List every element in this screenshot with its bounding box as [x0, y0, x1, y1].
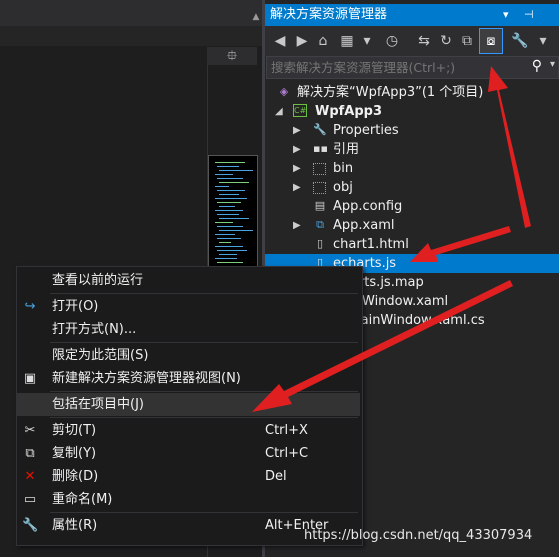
scissors-icon: ✂ [24, 423, 36, 438]
menu-item-open[interactable]: ↪ 打开(O) [17, 295, 360, 318]
config-file-icon: ▤ [314, 199, 326, 212]
folder-icon [313, 182, 326, 194]
minimap-code-line [219, 230, 253, 231]
menu-item-view-previous-runs[interactable]: 查看以前的运行 [17, 269, 360, 292]
copy-icon: ⧉ [25, 446, 35, 461]
open-arrow-icon: ↪ [24, 299, 36, 314]
search-icon[interactable]: ⚲ [532, 58, 542, 74]
menu-item-rename[interactable]: ▭ 重命名(M) [17, 488, 360, 511]
menu-separator [50, 342, 358, 343]
menu-item-copy[interactable]: ⧉ 复制(Y) Ctrl+C [17, 442, 360, 465]
menu-separator [50, 512, 358, 513]
minimap-code-line [215, 246, 243, 247]
forward-icon[interactable]: ▶ [292, 30, 312, 52]
minimap-code-line [215, 186, 229, 187]
html-file-icon: ▯ [316, 237, 324, 250]
search-box[interactable]: ⚲ ▾ [266, 56, 559, 79]
delete-icon: ✕ [24, 469, 36, 484]
minimap-code-line [215, 222, 233, 223]
minimap-code-line [217, 166, 239, 167]
minimap-code-line [217, 214, 239, 215]
tree-item-references[interactable]: ▶ ▪▪ 引用 [265, 140, 559, 159]
menu-item-new-explorer-view[interactable]: ▣ 新建解决方案资源管理器视图(N) [17, 367, 360, 390]
tree-item-chart1-html[interactable]: ▯ chart1.html [265, 235, 559, 254]
properties-wrench-icon[interactable]: 🔧 [510, 30, 530, 52]
show-all-files-icon[interactable]: ⧇ [479, 28, 503, 54]
references-icon: ▪▪ [313, 142, 328, 155]
minimap-code-line [219, 218, 249, 219]
collapsed-caret-icon[interactable]: ▶ [293, 178, 301, 197]
split-handle-icon[interactable]: ⯐ [207, 47, 257, 65]
minimap-code-line [215, 174, 233, 175]
toolbar-dropdown-icon[interactable]: ▾ [533, 30, 553, 52]
minimap-code-line [215, 258, 237, 259]
minimap-code-line [219, 182, 249, 183]
minimap-code-line [219, 170, 253, 171]
minimap-code-line [217, 250, 247, 251]
menu-separator [50, 417, 358, 418]
minimap-code-line [217, 262, 243, 263]
editor-title-bar [0, 0, 262, 26]
minimap-code-line [215, 198, 247, 199]
tree-item-bin[interactable]: ▶ bin [265, 159, 559, 178]
solution-explorer-title: 解决方案资源管理器 [270, 7, 388, 22]
expanded-caret-icon[interactable]: ◢ [275, 102, 283, 121]
tree-item-project[interactable]: ◢ C# WpfApp3 [265, 102, 559, 121]
minimap-code-line [217, 202, 241, 203]
minimap-code-line [219, 242, 231, 243]
wrench-icon: 🔧 [313, 123, 327, 136]
collapse-all-icon[interactable]: ⧉ [457, 30, 477, 52]
minimap-code-line [215, 210, 243, 211]
pending-changes-icon[interactable]: ◷ [382, 30, 402, 52]
minimap-code-line [217, 226, 243, 227]
switch-views-icon[interactable]: ▦ [337, 30, 357, 52]
tree-item-obj[interactable]: ▶ obj [265, 178, 559, 197]
collapsed-caret-icon[interactable]: ▶ [293, 159, 301, 178]
sync-icon[interactable]: ⇆ [414, 30, 434, 52]
rename-icon: ▭ [23, 492, 37, 507]
back-icon[interactable]: ◀ [270, 30, 290, 52]
collapsed-caret-icon[interactable]: ▶ [293, 121, 301, 140]
menu-item-delete[interactable]: ✕ 删除(D) Del [17, 465, 360, 488]
menu-separator [50, 391, 358, 392]
editor-tab-strip [0, 26, 262, 47]
menu-item-scope-to-this[interactable]: 限定为此范围(S) [17, 344, 360, 367]
minimap-code-line [215, 234, 235, 235]
collapsed-caret-icon[interactable]: ▶ [293, 140, 301, 159]
menu-item-include-in-project[interactable]: 包括在项目中(J) [17, 393, 360, 416]
dropdown-icon[interactable]: ▾ [357, 30, 377, 52]
minimap-code-line [219, 254, 237, 255]
menu-item-cut[interactable]: ✂ 剪切(T) Ctrl+X [17, 419, 360, 442]
search-options-icon[interactable]: ▾ [550, 59, 555, 70]
minimap-code-line [219, 194, 239, 195]
new-view-icon: ▣ [23, 371, 37, 386]
window-controls[interactable]: ▾ ⊣ ✕ [503, 4, 559, 43]
minimap-code-line [215, 162, 245, 163]
tree-item-app-xaml[interactable]: ▶ ⧉ App.xaml [265, 216, 559, 235]
home-icon[interactable]: ⌂ [313, 30, 333, 52]
minimap-code-line [219, 206, 235, 207]
tree-item-properties[interactable]: ▶ 🔧 Properties [265, 121, 559, 140]
folder-icon [313, 163, 326, 175]
collapsed-caret-icon[interactable]: ▶ [293, 216, 301, 235]
wrench-icon: 🔧 [22, 518, 39, 533]
minimap-code-line [217, 178, 243, 179]
refresh-icon[interactable]: ↻ [436, 30, 456, 52]
solution-icon: ◈ [279, 85, 289, 98]
tree-item-app-config[interactable]: ▤ App.config [265, 197, 559, 216]
minimap-viewport[interactable] [208, 155, 258, 272]
scroll-up-icon[interactable]: ▲ [251, 12, 261, 22]
minimap-code-line [217, 238, 241, 239]
tree-item-solution[interactable]: ◈ 解决方案“WpfApp3”(1 个项目) [265, 83, 559, 102]
menu-item-open-with[interactable]: 打开方式(N)... [17, 318, 360, 341]
csharp-project-icon: C# [293, 104, 307, 117]
menu-separator [50, 293, 358, 294]
watermark: https://blog.csdn.net/qq_43307934 [304, 528, 533, 543]
search-input[interactable] [271, 57, 521, 78]
xaml-file-icon: ⧉ [316, 218, 324, 231]
minimap-code-line [217, 190, 245, 191]
